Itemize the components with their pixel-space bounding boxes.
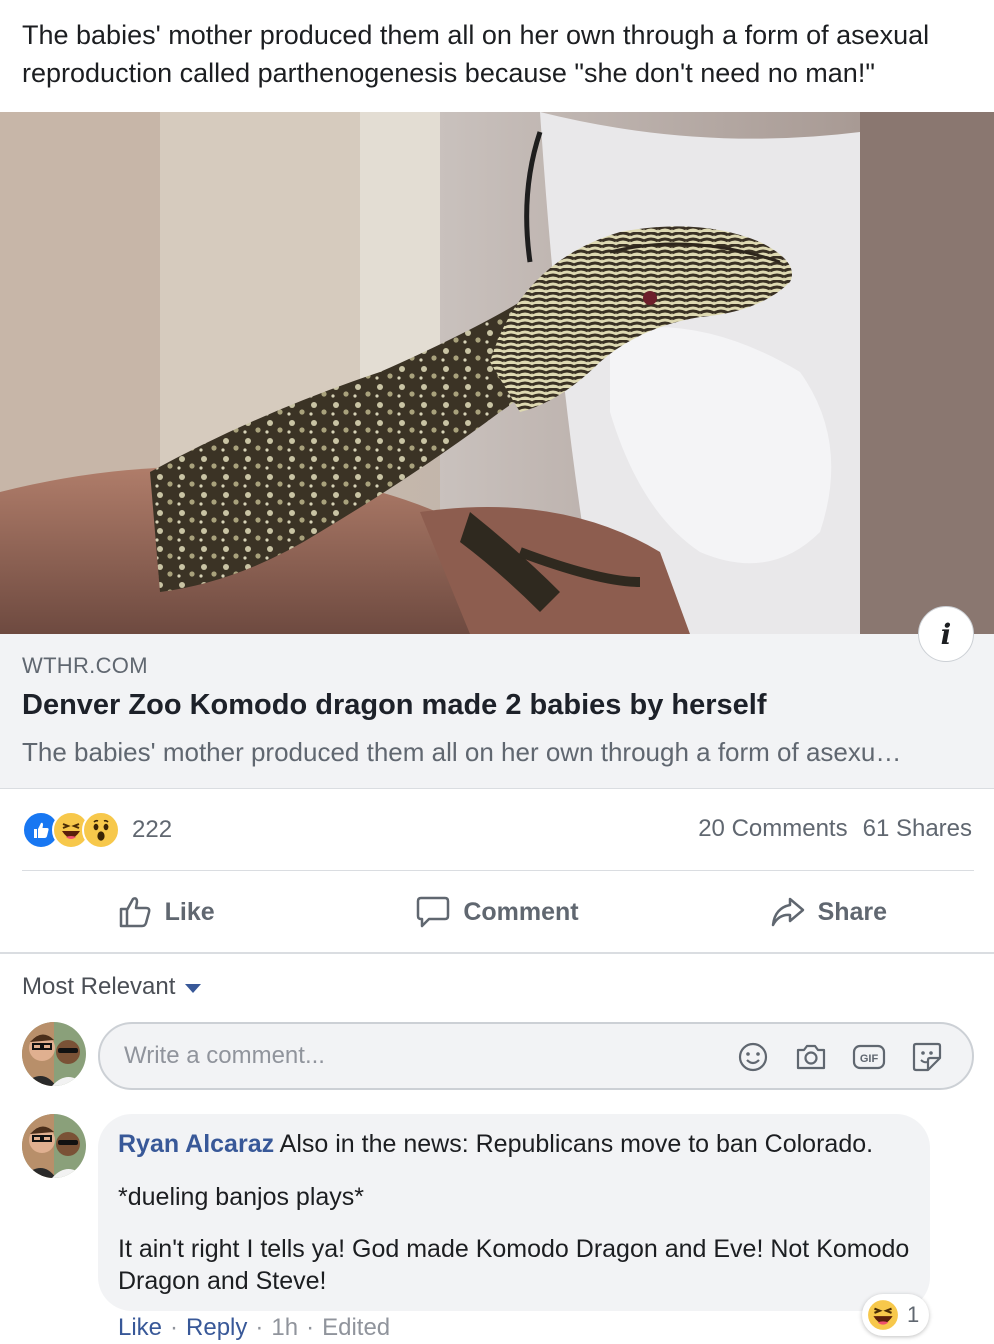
composer-icons: GIF xyxy=(736,1040,944,1074)
comment-button[interactable]: Comment xyxy=(331,872,662,952)
haha-reaction-icon xyxy=(868,1300,898,1330)
avatar[interactable] xyxy=(22,1022,86,1086)
comment-bubble: Ryan Alcaraz Also in the news: Republica… xyxy=(98,1114,930,1311)
engagement-counts: 20 Comments 61 Shares xyxy=(698,815,972,843)
emoji-icon[interactable] xyxy=(736,1040,770,1074)
action-bar: Like Comment Share xyxy=(0,872,994,952)
comment-input[interactable] xyxy=(124,1042,704,1070)
share-arrow-icon xyxy=(771,897,804,927)
link-title[interactable]: Denver Zoo Komodo dragon made 2 babies b… xyxy=(22,689,766,722)
camera-icon[interactable] xyxy=(794,1040,828,1074)
comment-time[interactable]: 1h xyxy=(271,1314,298,1342)
divider xyxy=(22,870,974,871)
like-button[interactable]: Like xyxy=(0,872,331,952)
svg-text:GIF: GIF xyxy=(860,1053,879,1065)
gif-icon[interactable]: GIF xyxy=(852,1040,886,1074)
sort-label: Most Relevant xyxy=(22,973,176,1000)
link-description: The babies' mother produced them all on … xyxy=(22,737,902,767)
reaction-count: 222 xyxy=(132,816,173,843)
share-button[interactable]: Share xyxy=(663,872,994,952)
commenter-avatar[interactable] xyxy=(22,1114,86,1178)
post-text: The babies' mother produced them all on … xyxy=(22,20,930,88)
comment-author[interactable]: Ryan Alcaraz xyxy=(118,1130,274,1158)
comment-meta: Like · Reply · 1h · Edited xyxy=(118,1314,390,1342)
comment-text: Also in the news: Republicans move to ba… xyxy=(279,1130,874,1158)
photo-image xyxy=(0,112,994,634)
caret-down-icon xyxy=(185,983,202,993)
comment-reply-link[interactable]: Reply xyxy=(186,1314,247,1342)
share-label: Share xyxy=(817,897,888,926)
komodo-dragon-photo[interactable] xyxy=(0,112,994,634)
shares-count[interactable]: 61 Shares xyxy=(863,815,972,843)
info-button[interactable]: i xyxy=(918,606,974,662)
comment-line: Ryan Alcaraz Also in the news: Republica… xyxy=(118,1128,918,1160)
wow-reaction-icon xyxy=(82,811,120,849)
reactions-summary[interactable]: 222 xyxy=(22,810,172,850)
thumbs-up-icon xyxy=(119,897,151,928)
comment-reaction-badge[interactable]: 1 xyxy=(862,1294,930,1336)
speech-bubble-icon xyxy=(417,896,450,928)
comment-composer[interactable]: GIF xyxy=(98,1022,974,1090)
separator-dot: · xyxy=(306,1314,315,1341)
comment-sort-dropdown[interactable]: Most Relevant xyxy=(22,973,202,1001)
comments-count[interactable]: 20 Comments xyxy=(698,815,847,843)
link-preview-card[interactable]: WTHR.COM Denver Zoo Komodo dragon made 2… xyxy=(0,634,994,789)
like-label: Like xyxy=(164,897,215,926)
divider xyxy=(0,952,994,954)
comment-line: It ain't right I tells ya! God made Komo… xyxy=(118,1235,910,1295)
separator-dot: · xyxy=(170,1314,179,1341)
link-domain: WTHR.COM xyxy=(22,653,148,678)
comment-label: Comment xyxy=(463,897,579,926)
sticker-icon[interactable] xyxy=(910,1040,944,1074)
comment-line: *dueling banjos plays* xyxy=(118,1183,365,1211)
comment-edited[interactable]: Edited xyxy=(322,1314,390,1342)
comment-like-link[interactable]: Like xyxy=(118,1314,162,1342)
separator-dot: · xyxy=(255,1314,264,1341)
comment-reaction-count: 1 xyxy=(907,1302,920,1327)
